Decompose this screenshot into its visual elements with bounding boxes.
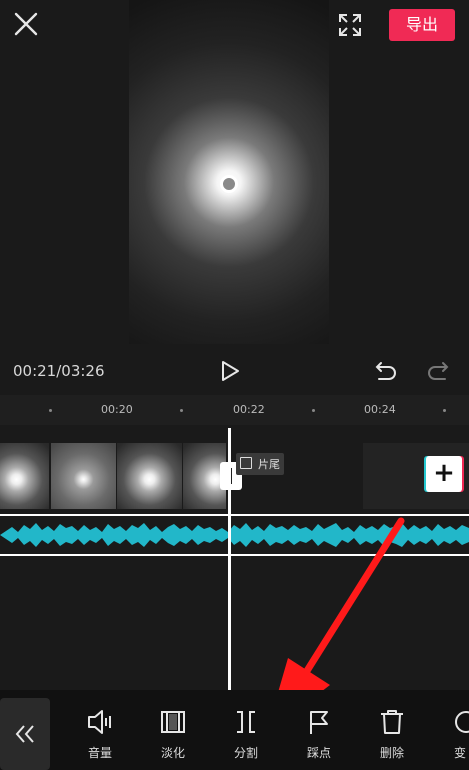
clip-thumbnail bbox=[0, 443, 49, 509]
tool-label: 删除 bbox=[379, 746, 404, 760]
clip-thumbnail bbox=[117, 443, 182, 509]
split-icon bbox=[237, 711, 255, 733]
audio-track[interactable] bbox=[0, 514, 469, 556]
tool-label: 淡化 bbox=[160, 746, 185, 760]
double-chevron-left-icon bbox=[15, 725, 34, 743]
ruler-dot bbox=[180, 409, 183, 412]
ruler-dot bbox=[49, 409, 52, 412]
export-button[interactable]: 导出 bbox=[389, 9, 455, 41]
tool-volume[interactable]: 音量 bbox=[75, 708, 125, 761]
end-clip-icon bbox=[240, 457, 252, 469]
ruler-dot bbox=[443, 409, 446, 412]
speaker-icon bbox=[88, 710, 111, 734]
ruler-label: 00:24 bbox=[364, 403, 396, 416]
redo-icon[interactable] bbox=[426, 359, 450, 383]
flag-icon bbox=[310, 711, 328, 734]
tool-delete[interactable]: 删除 bbox=[367, 708, 417, 761]
tool-beat[interactable]: 踩点 bbox=[294, 708, 344, 761]
ruler-label: 00:22 bbox=[233, 403, 265, 416]
tool-transform[interactable]: 变 bbox=[440, 708, 469, 761]
playback-time: 00:21/03:26 bbox=[13, 362, 105, 380]
add-clip-button[interactable]: + bbox=[426, 456, 462, 492]
close-icon[interactable] bbox=[12, 10, 40, 38]
trash-icon bbox=[381, 710, 403, 734]
tool-label: 音量 bbox=[87, 746, 112, 760]
tool-label: 分割 bbox=[233, 746, 258, 760]
tool-split[interactable]: 分割 bbox=[221, 708, 271, 761]
playhead[interactable] bbox=[228, 428, 231, 690]
transform-icon bbox=[455, 711, 469, 733]
ruler-dot bbox=[312, 409, 315, 412]
collapse-toolbar-button[interactable] bbox=[0, 698, 50, 770]
play-icon[interactable] bbox=[219, 359, 241, 383]
clip-thumbnail bbox=[51, 443, 116, 509]
video-preview bbox=[129, 0, 329, 344]
fullscreen-icon[interactable] bbox=[337, 12, 363, 38]
ruler-label: 00:20 bbox=[101, 403, 133, 416]
tool-fade[interactable]: 淡化 bbox=[148, 708, 198, 761]
end-clip-label: 片尾 bbox=[258, 458, 280, 471]
tool-label: 变 bbox=[454, 746, 467, 760]
undo-icon[interactable] bbox=[374, 359, 398, 383]
video-clip[interactable] bbox=[0, 443, 226, 509]
tool-label: 踩点 bbox=[306, 746, 331, 760]
fade-icon bbox=[161, 711, 185, 733]
